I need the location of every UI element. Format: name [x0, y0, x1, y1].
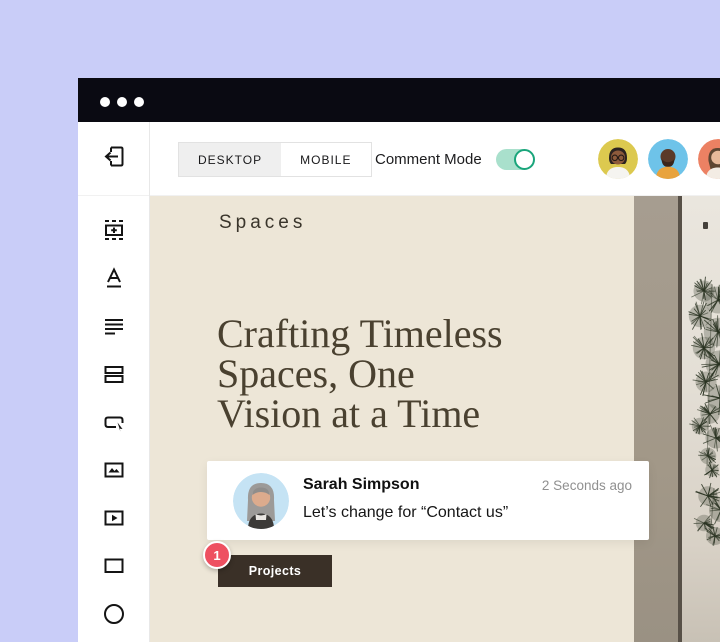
tab-desktop[interactable]: DESKTOP	[179, 143, 281, 176]
heading-line: Vision at a Time	[217, 394, 503, 434]
tool-add-section[interactable]	[90, 206, 138, 254]
window-control-dot[interactable]	[100, 97, 110, 107]
paragraph-icon	[101, 313, 127, 339]
comment-mode-toggle[interactable]	[496, 149, 533, 170]
window-control-dot[interactable]	[134, 97, 144, 107]
tool-text[interactable]	[90, 254, 138, 302]
hero-heading[interactable]: Crafting Timeless Spaces, One Vision at …	[217, 314, 503, 434]
button-element-icon	[101, 409, 127, 435]
app-window: DESKTOP MOBILE Comment Mode	[78, 78, 720, 642]
window-controls[interactable]	[100, 97, 144, 107]
page: { "titlebar": { "controls_icon": "three-…	[0, 0, 720, 642]
tool-circle-shape[interactable]	[90, 590, 138, 638]
heading-line: Spaces, One	[217, 354, 503, 394]
projects-button[interactable]: Projects	[218, 555, 332, 587]
comment-author-name: Sarah Simpson	[303, 476, 419, 494]
window-titlebar	[78, 78, 720, 122]
sections-icon	[101, 361, 127, 387]
comment-author-avatar	[233, 473, 289, 529]
comment-count-badge[interactable]: 1	[203, 541, 231, 569]
comment-card[interactable]: Sarah Simpson 2 Seconds ago Let’s change…	[207, 461, 649, 540]
top-toolbar: DESKTOP MOBILE Comment Mode	[150, 122, 720, 196]
tool-image[interactable]	[90, 446, 138, 494]
tool-rectangle-shape[interactable]	[90, 542, 138, 590]
tool-video[interactable]	[90, 494, 138, 542]
photo-wall-pillar	[634, 196, 678, 642]
rectangle-shape-icon	[101, 553, 127, 579]
site-nav-label[interactable]: Spaces	[219, 212, 306, 234]
comment-message: Let’s change for “Contact us”	[303, 504, 508, 522]
tool-sections[interactable]	[90, 350, 138, 398]
image-icon	[101, 457, 127, 483]
circle-shape-icon	[101, 601, 127, 627]
tool-palette	[78, 196, 149, 638]
plant-image	[682, 196, 720, 642]
video-icon	[101, 505, 127, 531]
tool-paragraph[interactable]	[90, 302, 138, 350]
exit-editor-icon	[100, 143, 127, 175]
collaborator-avatar-blue[interactable]	[648, 139, 688, 179]
hero-photo[interactable]	[634, 196, 720, 642]
tab-mobile[interactable]: MOBILE	[281, 143, 370, 176]
exit-editor-button[interactable]	[78, 122, 149, 196]
comment-mode-label: Comment Mode	[375, 151, 482, 168]
toggle-knob	[514, 149, 535, 170]
text-icon	[101, 265, 127, 291]
editor-sidebar	[78, 122, 150, 642]
collaborator-avatar-coral[interactable]	[698, 139, 720, 179]
design-canvas: Spaces Crafting Timeless Spaces, One Vis…	[150, 196, 720, 642]
collaborator-avatar-yellow[interactable]	[598, 139, 638, 179]
tool-button-element[interactable]	[90, 398, 138, 446]
comment-timestamp: 2 Seconds ago	[542, 478, 632, 493]
window-control-dot[interactable]	[117, 97, 127, 107]
add-section-icon	[101, 217, 127, 243]
device-toggle: DESKTOP MOBILE	[178, 142, 372, 177]
heading-line: Crafting Timeless	[217, 314, 503, 354]
collaborator-avatars	[598, 139, 720, 179]
